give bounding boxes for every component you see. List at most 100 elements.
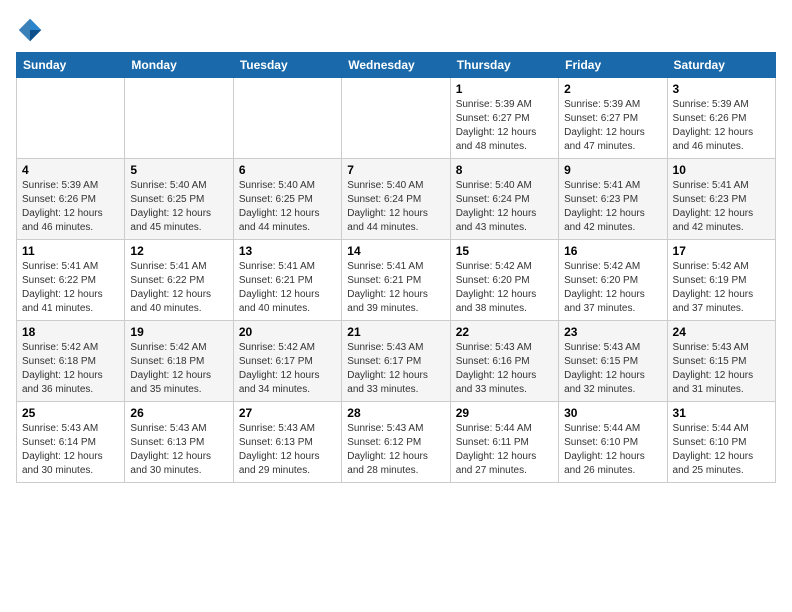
- day-number: 6: [239, 163, 336, 177]
- day-number: 25: [22, 406, 119, 420]
- day-number: 11: [22, 244, 119, 258]
- calendar-cell: [17, 78, 125, 159]
- day-info: Sunrise: 5:43 AM Sunset: 6:15 PM Dayligh…: [673, 341, 770, 397]
- calendar-cell: 9 Sunrise: 5:41 AM Sunset: 6:23 PM Daylig…: [559, 159, 667, 240]
- day-number: 21: [347, 325, 444, 339]
- page-header: [16, 16, 776, 44]
- day-number: 18: [22, 325, 119, 339]
- day-info: Sunrise: 5:43 AM Sunset: 6:12 PM Dayligh…: [347, 422, 444, 478]
- day-header-tuesday: Tuesday: [233, 53, 341, 78]
- day-info: Sunrise: 5:42 AM Sunset: 6:20 PM Dayligh…: [456, 260, 553, 316]
- day-header-friday: Friday: [559, 53, 667, 78]
- calendar-cell: 16 Sunrise: 5:42 AM Sunset: 6:20 PM Dayli…: [559, 240, 667, 321]
- day-number: 30: [564, 406, 661, 420]
- day-info: Sunrise: 5:42 AM Sunset: 6:18 PM Dayligh…: [130, 341, 227, 397]
- day-info: Sunrise: 5:42 AM Sunset: 6:20 PM Dayligh…: [564, 260, 661, 316]
- day-number: 14: [347, 244, 444, 258]
- day-header-wednesday: Wednesday: [342, 53, 450, 78]
- day-info: Sunrise: 5:44 AM Sunset: 6:10 PM Dayligh…: [673, 422, 770, 478]
- day-header-monday: Monday: [125, 53, 233, 78]
- calendar-cell: 25 Sunrise: 5:43 AM Sunset: 6:14 PM Dayli…: [17, 402, 125, 483]
- day-info: Sunrise: 5:41 AM Sunset: 6:21 PM Dayligh…: [347, 260, 444, 316]
- calendar-cell: 13 Sunrise: 5:41 AM Sunset: 6:21 PM Dayli…: [233, 240, 341, 321]
- day-number: 13: [239, 244, 336, 258]
- day-number: 9: [564, 163, 661, 177]
- day-number: 7: [347, 163, 444, 177]
- week-row: 25 Sunrise: 5:43 AM Sunset: 6:14 PM Dayli…: [17, 402, 776, 483]
- calendar-cell: 3Sunrise: 5:39 AM Sunset: 6:26 PM Daylig…: [667, 78, 775, 159]
- calendar-cell: [233, 78, 341, 159]
- calendar-cell: 17Sunrise: 5:42 AM Sunset: 6:19 PM Dayli…: [667, 240, 775, 321]
- calendar-cell: [125, 78, 233, 159]
- day-info: Sunrise: 5:43 AM Sunset: 6:13 PM Dayligh…: [239, 422, 336, 478]
- day-info: Sunrise: 5:41 AM Sunset: 6:21 PM Dayligh…: [239, 260, 336, 316]
- day-info: Sunrise: 5:43 AM Sunset: 6:16 PM Dayligh…: [456, 341, 553, 397]
- day-info: Sunrise: 5:43 AM Sunset: 6:14 PM Dayligh…: [22, 422, 119, 478]
- day-info: Sunrise: 5:39 AM Sunset: 6:26 PM Dayligh…: [673, 98, 770, 154]
- calendar-table: SundayMondayTuesdayWednesdayThursdayFrid…: [16, 52, 776, 483]
- calendar-cell: 20 Sunrise: 5:42 AM Sunset: 6:17 PM Dayli…: [233, 321, 341, 402]
- day-number: 8: [456, 163, 553, 177]
- day-info: Sunrise: 5:41 AM Sunset: 6:22 PM Dayligh…: [130, 260, 227, 316]
- day-number: 28: [347, 406, 444, 420]
- day-info: Sunrise: 5:43 AM Sunset: 6:15 PM Dayligh…: [564, 341, 661, 397]
- day-number: 4: [22, 163, 119, 177]
- day-number: 23: [564, 325, 661, 339]
- day-info: Sunrise: 5:42 AM Sunset: 6:18 PM Dayligh…: [22, 341, 119, 397]
- calendar-cell: 11 Sunrise: 5:41 AM Sunset: 6:22 PM Dayli…: [17, 240, 125, 321]
- week-row: 4Sunrise: 5:39 AM Sunset: 6:26 PM Daylig…: [17, 159, 776, 240]
- calendar-cell: 28 Sunrise: 5:43 AM Sunset: 6:12 PM Dayli…: [342, 402, 450, 483]
- day-number: 22: [456, 325, 553, 339]
- day-info: Sunrise: 5:41 AM Sunset: 6:23 PM Dayligh…: [564, 179, 661, 235]
- day-number: 10: [673, 163, 770, 177]
- day-header-saturday: Saturday: [667, 53, 775, 78]
- day-number: 17: [673, 244, 770, 258]
- day-info: Sunrise: 5:40 AM Sunset: 6:24 PM Dayligh…: [347, 179, 444, 235]
- calendar-cell: 5 Sunrise: 5:40 AM Sunset: 6:25 PM Daylig…: [125, 159, 233, 240]
- week-row: 11 Sunrise: 5:41 AM Sunset: 6:22 PM Dayli…: [17, 240, 776, 321]
- day-info: Sunrise: 5:39 AM Sunset: 6:27 PM Dayligh…: [564, 98, 661, 154]
- day-number: 12: [130, 244, 227, 258]
- calendar-cell: 6 Sunrise: 5:40 AM Sunset: 6:25 PM Daylig…: [233, 159, 341, 240]
- day-number: 26: [130, 406, 227, 420]
- calendar-cell: 26 Sunrise: 5:43 AM Sunset: 6:13 PM Dayli…: [125, 402, 233, 483]
- day-number: 27: [239, 406, 336, 420]
- day-number: 20: [239, 325, 336, 339]
- calendar-cell: 14 Sunrise: 5:41 AM Sunset: 6:21 PM Dayli…: [342, 240, 450, 321]
- day-info: Sunrise: 5:44 AM Sunset: 6:10 PM Dayligh…: [564, 422, 661, 478]
- calendar-cell: [342, 78, 450, 159]
- day-number: 19: [130, 325, 227, 339]
- day-info: Sunrise: 5:41 AM Sunset: 6:23 PM Dayligh…: [673, 179, 770, 235]
- day-info: Sunrise: 5:42 AM Sunset: 6:17 PM Dayligh…: [239, 341, 336, 397]
- calendar-cell: 21 Sunrise: 5:43 AM Sunset: 6:17 PM Dayli…: [342, 321, 450, 402]
- logo-icon: [16, 16, 44, 44]
- calendar-cell: 2 Sunrise: 5:39 AM Sunset: 6:27 PM Daylig…: [559, 78, 667, 159]
- calendar-cell: 19 Sunrise: 5:42 AM Sunset: 6:18 PM Dayli…: [125, 321, 233, 402]
- calendar-cell: 22 Sunrise: 5:43 AM Sunset: 6:16 PM Dayli…: [450, 321, 558, 402]
- day-number: 15: [456, 244, 553, 258]
- day-number: 31: [673, 406, 770, 420]
- calendar-cell: 27 Sunrise: 5:43 AM Sunset: 6:13 PM Dayli…: [233, 402, 341, 483]
- calendar-cell: 31 Sunrise: 5:44 AM Sunset: 6:10 PM Dayli…: [667, 402, 775, 483]
- calendar-cell: 4Sunrise: 5:39 AM Sunset: 6:26 PM Daylig…: [17, 159, 125, 240]
- day-info: Sunrise: 5:40 AM Sunset: 6:25 PM Dayligh…: [239, 179, 336, 235]
- day-number: 24: [673, 325, 770, 339]
- day-number: 16: [564, 244, 661, 258]
- calendar-cell: 18 Sunrise: 5:42 AM Sunset: 6:18 PM Dayli…: [17, 321, 125, 402]
- day-number: 5: [130, 163, 227, 177]
- week-row: 18 Sunrise: 5:42 AM Sunset: 6:18 PM Dayli…: [17, 321, 776, 402]
- calendar-cell: 12 Sunrise: 5:41 AM Sunset: 6:22 PM Dayli…: [125, 240, 233, 321]
- day-number: 1: [456, 82, 553, 96]
- day-info: Sunrise: 5:43 AM Sunset: 6:17 PM Dayligh…: [347, 341, 444, 397]
- week-row: 1 Sunrise: 5:39 AM Sunset: 6:27 PM Daylig…: [17, 78, 776, 159]
- day-info: Sunrise: 5:43 AM Sunset: 6:13 PM Dayligh…: [130, 422, 227, 478]
- day-info: Sunrise: 5:41 AM Sunset: 6:22 PM Dayligh…: [22, 260, 119, 316]
- day-number: 29: [456, 406, 553, 420]
- day-info: Sunrise: 5:44 AM Sunset: 6:11 PM Dayligh…: [456, 422, 553, 478]
- day-info: Sunrise: 5:40 AM Sunset: 6:25 PM Dayligh…: [130, 179, 227, 235]
- day-number: 2: [564, 82, 661, 96]
- calendar-cell: 7 Sunrise: 5:40 AM Sunset: 6:24 PM Daylig…: [342, 159, 450, 240]
- calendar-cell: 10 Sunrise: 5:41 AM Sunset: 6:23 PM Dayli…: [667, 159, 775, 240]
- calendar-cell: 30 Sunrise: 5:44 AM Sunset: 6:10 PM Dayli…: [559, 402, 667, 483]
- calendar-cell: 1Sunrise: 5:39 AM Sunset: 6:27 PM Daylig…: [450, 78, 558, 159]
